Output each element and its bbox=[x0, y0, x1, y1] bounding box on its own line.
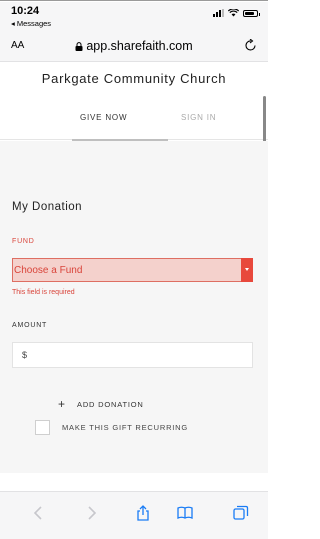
fund-error-message: This field is required bbox=[12, 289, 75, 296]
top-divider bbox=[0, 0, 268, 1]
recurring-checkbox[interactable] bbox=[35, 420, 50, 435]
chevron-down-icon[interactable] bbox=[241, 258, 253, 282]
plus-icon: + bbox=[58, 397, 66, 411]
fund-label: FUND bbox=[12, 238, 35, 245]
cellular-signal-icon bbox=[213, 9, 224, 17]
tabs-icon[interactable] bbox=[233, 505, 249, 521]
amount-input[interactable] bbox=[12, 342, 253, 368]
site-header: Parkgate Community Church bbox=[0, 62, 268, 96]
forward-arrow-icon[interactable] bbox=[83, 505, 99, 521]
amount-label: AMOUNT bbox=[12, 322, 48, 329]
fund-select[interactable]: Choose a Fund bbox=[12, 258, 253, 282]
wifi-icon bbox=[228, 9, 239, 17]
church-name: Parkgate Community Church bbox=[41, 71, 227, 86]
status-time: 10:24 bbox=[11, 5, 40, 17]
section-title: My Donation bbox=[12, 201, 83, 213]
reload-icon[interactable] bbox=[245, 39, 257, 52]
browser-toolbar bbox=[0, 491, 268, 539]
tab-sign-in[interactable]: SIGN IN bbox=[181, 113, 216, 122]
back-to-messages-link[interactable]: ◂ Messages bbox=[11, 19, 51, 28]
url-field[interactable]: app.sharefaith.com bbox=[0, 39, 268, 53]
add-donation-button[interactable]: + ADD DONATION bbox=[58, 397, 144, 411]
recurring-label: MAKE THIS GIFT RECURRING bbox=[62, 423, 189, 432]
status-icons bbox=[213, 9, 260, 17]
url-text: app.sharefaith.com bbox=[86, 39, 193, 53]
fund-select-value: Choose a Fund bbox=[14, 265, 83, 276]
recurring-option[interactable]: MAKE THIS GIFT RECURRING bbox=[35, 420, 188, 435]
status-bar: 10:24 ◂ Messages bbox=[0, 2, 268, 30]
share-icon[interactable] bbox=[135, 505, 151, 521]
tab-give-now[interactable]: GIVE NOW bbox=[80, 113, 127, 122]
address-bar: AA app.sharefaith.com bbox=[0, 30, 268, 62]
battery-icon bbox=[243, 10, 260, 17]
add-donation-label: ADD DONATION bbox=[77, 399, 144, 409]
bookmarks-icon[interactable] bbox=[177, 505, 193, 521]
tab-bar: GIVE NOW SIGN IN bbox=[0, 96, 268, 141]
back-arrow-icon[interactable] bbox=[31, 505, 47, 521]
lock-icon bbox=[75, 42, 83, 51]
currency-prefix: $ bbox=[22, 350, 28, 360]
